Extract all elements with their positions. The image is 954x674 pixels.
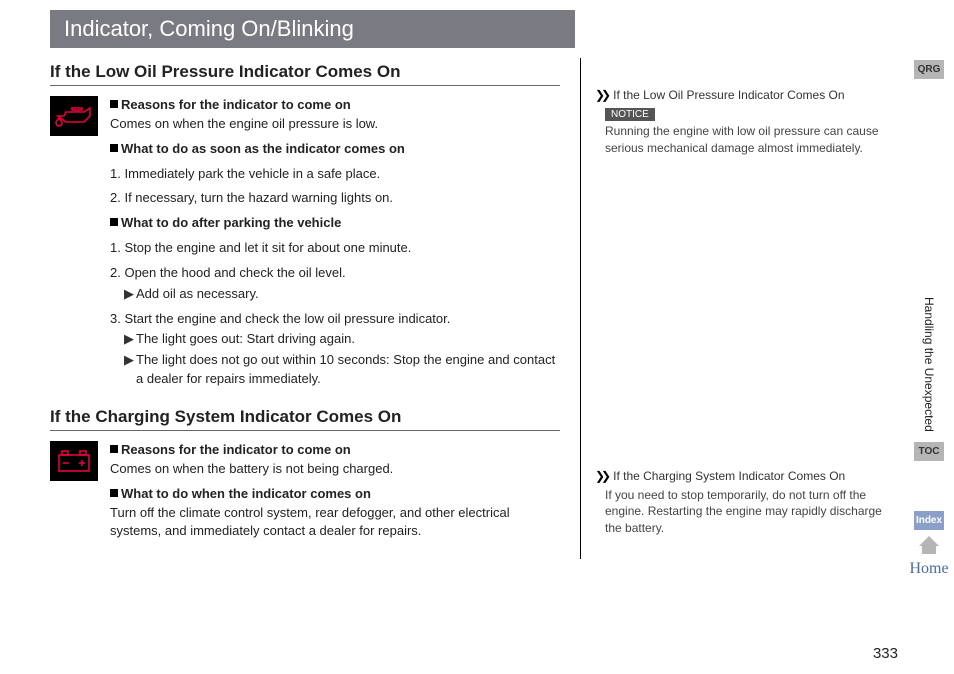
oil-step-4: 2. Open the hood and check the oil level… <box>110 264 560 283</box>
notice-tag: NOTICE <box>605 108 655 121</box>
qrg-button[interactable]: QRG <box>914 60 944 79</box>
oil-todo-soon-heading: What to do as soon as the indicator come… <box>110 140 560 159</box>
oil-side-title: If the Low Oil Pressure Indicator Comes … <box>595 88 895 102</box>
oil-step-5a: ▶The light goes out: Start driving again… <box>110 330 560 349</box>
charge-divider <box>50 430 560 431</box>
oil-after-park-heading: What to do after parking the vehicle <box>110 214 560 233</box>
charge-side-title: If the Charging System Indicator Comes O… <box>595 469 895 483</box>
oil-step-5b: ▶The light does not go out within 10 sec… <box>110 351 560 389</box>
page-number: 333 <box>873 645 898 662</box>
charge-reason-heading: Reasons for the indicator to come on <box>110 441 560 460</box>
main-content: If the Low Oil Pressure Indicator Comes … <box>50 58 560 559</box>
oil-section-title: If the Low Oil Pressure Indicator Comes … <box>50 62 560 82</box>
section-label: Handling the Unexpected <box>922 297 936 432</box>
charge-side-body: If you need to stop temporarily, do not … <box>595 487 895 537</box>
oil-reason-heading: Reasons for the indicator to come on <box>110 96 560 115</box>
charge-todo-text: Turn off the climate control system, rea… <box>110 504 560 542</box>
battery-icon <box>50 441 98 481</box>
oil-step-3: 1. Stop the engine and let it sit for ab… <box>110 239 560 258</box>
oil-side-body: Running the engine with low oil pressure… <box>595 123 895 157</box>
oil-step-5: 3. Start the engine and check the low oi… <box>110 310 560 329</box>
home-button[interactable]: Home <box>909 530 948 578</box>
oil-pressure-icon <box>50 96 98 136</box>
charge-todo-heading: What to do when the indicator comes on <box>110 485 560 504</box>
oil-step-4a: ▶Add oil as necessary. <box>110 285 560 304</box>
side-notes: If the Low Oil Pressure Indicator Comes … <box>580 58 895 559</box>
oil-divider <box>50 85 560 86</box>
toc-button[interactable]: TOC <box>914 442 944 461</box>
index-button[interactable]: Index <box>914 511 944 530</box>
oil-step-2: 2. If necessary, turn the hazard warning… <box>110 189 560 208</box>
nav-rail: QRG Handling the Unexpected TOC Index Ho… <box>912 60 946 578</box>
charge-section-title: If the Charging System Indicator Comes O… <box>50 407 560 427</box>
oil-step-1: 1. Immediately park the vehicle in a saf… <box>110 165 560 184</box>
oil-reason-text: Comes on when the engine oil pressure is… <box>110 115 560 134</box>
charge-reason-text: Comes on when the battery is not being c… <box>110 460 560 479</box>
page-banner: Indicator, Coming On/Blinking <box>50 10 575 48</box>
home-icon <box>919 536 939 546</box>
